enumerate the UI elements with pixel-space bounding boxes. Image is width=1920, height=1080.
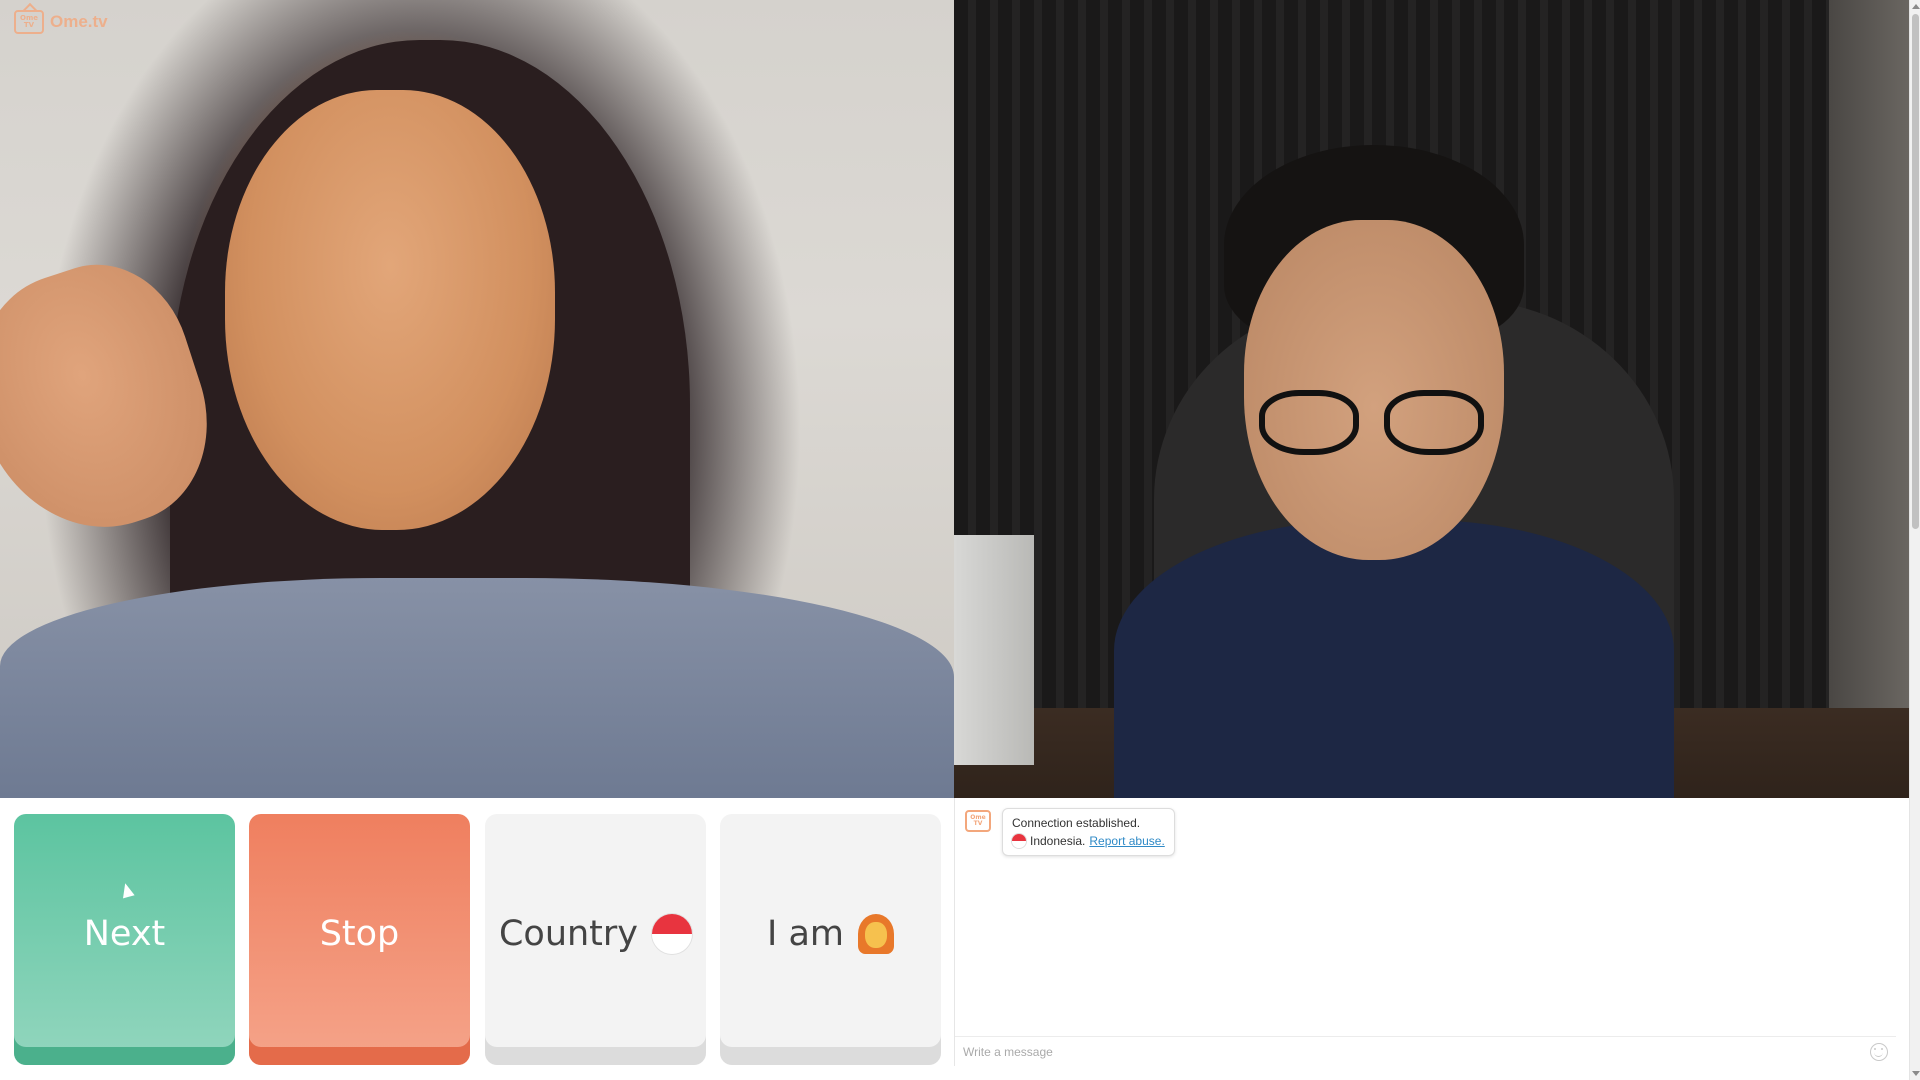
video-figure-glasses bbox=[1259, 390, 1489, 460]
gender-button-label: I am bbox=[767, 913, 844, 954]
country-button-label: Country bbox=[498, 913, 639, 954]
control-panel: Next Stop Country I am bbox=[0, 798, 954, 1080]
scroll-up-icon[interactable] bbox=[1912, 4, 1920, 9]
stop-button-label: Stop bbox=[319, 913, 400, 954]
indonesia-flag-icon bbox=[652, 913, 693, 954]
logo-text: Ome.tv bbox=[50, 12, 108, 31]
next-button[interactable]: Next bbox=[14, 814, 235, 1065]
message-input[interactable] bbox=[963, 1044, 1870, 1059]
stop-button[interactable]: Stop bbox=[249, 814, 470, 1065]
woman-emoji-icon bbox=[858, 913, 894, 954]
gender-button[interactable]: I am bbox=[720, 814, 941, 1065]
scroll-thumb[interactable] bbox=[1912, 14, 1919, 529]
report-abuse-link[interactable]: Report abuse. bbox=[1089, 832, 1164, 850]
chat-input-bar bbox=[955, 1036, 1896, 1066]
ometv-app: Ome TV Ome.tv Next Stop Country I am Ome… bbox=[0, 0, 1920, 1080]
scroll-down-icon[interactable] bbox=[1912, 1071, 1920, 1076]
video-box bbox=[954, 535, 1034, 765]
video-figure-face bbox=[225, 90, 555, 530]
video-figure-shoulders bbox=[0, 578, 954, 798]
system-message-country-row: Indonesia. Report abuse. bbox=[1012, 832, 1165, 850]
self-camera-video bbox=[954, 0, 1909, 798]
system-message: Connection established. Indonesia. Repor… bbox=[1002, 808, 1175, 856]
tv-icon: Ome TV bbox=[14, 10, 44, 34]
indonesia-flag-icon bbox=[1012, 834, 1026, 848]
ometv-logo[interactable]: Ome TV Ome.tv bbox=[14, 10, 108, 34]
system-message-text: Connection established. bbox=[1012, 816, 1141, 830]
tv-icon: Ome TV bbox=[965, 810, 991, 832]
smiley-icon[interactable] bbox=[1870, 1042, 1888, 1061]
country-name: Indonesia. bbox=[1030, 834, 1086, 848]
chat-panel: Ome TV Connection established. Indonesia… bbox=[954, 798, 1896, 1066]
video-wall bbox=[1829, 0, 1909, 798]
country-button[interactable]: Country bbox=[485, 814, 706, 1065]
next-button-label: Next bbox=[83, 913, 166, 954]
video-figure-body bbox=[1114, 520, 1674, 798]
page-scrollbar[interactable] bbox=[1909, 0, 1920, 1080]
stranger-video bbox=[0, 0, 954, 798]
